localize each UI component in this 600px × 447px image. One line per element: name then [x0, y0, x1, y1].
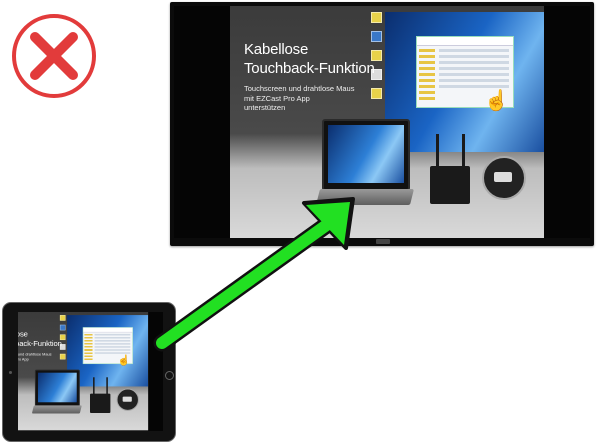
cross-circle-icon: [12, 14, 96, 98]
tablet-screen: ☝ Kabellose Touchback-Funktion Touchscre…: [18, 312, 163, 431]
tablet-presentation-slide: ☝ Kabellose Touchback-Funktion Touchscre…: [18, 312, 149, 431]
tv-display: ☝ Kabellose Touchback-Funktion Touchscre…: [170, 2, 594, 246]
hand-pointer-icon: ☝: [484, 90, 509, 112]
laptop-icon: [322, 119, 410, 191]
usb-plug-icon: [482, 156, 526, 200]
tablet-slide-subtitle: Touchscreen und drahtlose Maus mit EZCas…: [18, 351, 52, 362]
tv-screen: ☝ Kabellose Touchback-Funktion Touchscre…: [174, 6, 590, 238]
tv-logo: [376, 239, 390, 244]
slide-title: Kabellose Touchback-Funktion: [244, 41, 375, 77]
router-icon: [430, 166, 470, 204]
tablet-hand-pointer-icon: ☝: [117, 354, 131, 367]
camera-icon: [9, 371, 12, 374]
tablet-slide-title: Kabellose Touchback-Funktion: [18, 329, 62, 349]
slide-subtitle: Touchscreen und drahtlose Maus mit EZCas…: [244, 84, 355, 112]
tablet-device: ☝ Kabellose Touchback-Funktion Touchscre…: [2, 302, 176, 442]
home-button[interactable]: [165, 371, 174, 380]
presentation-slide: ☝ Kabellose Touchback-Funktion Touchscre…: [230, 6, 544, 238]
